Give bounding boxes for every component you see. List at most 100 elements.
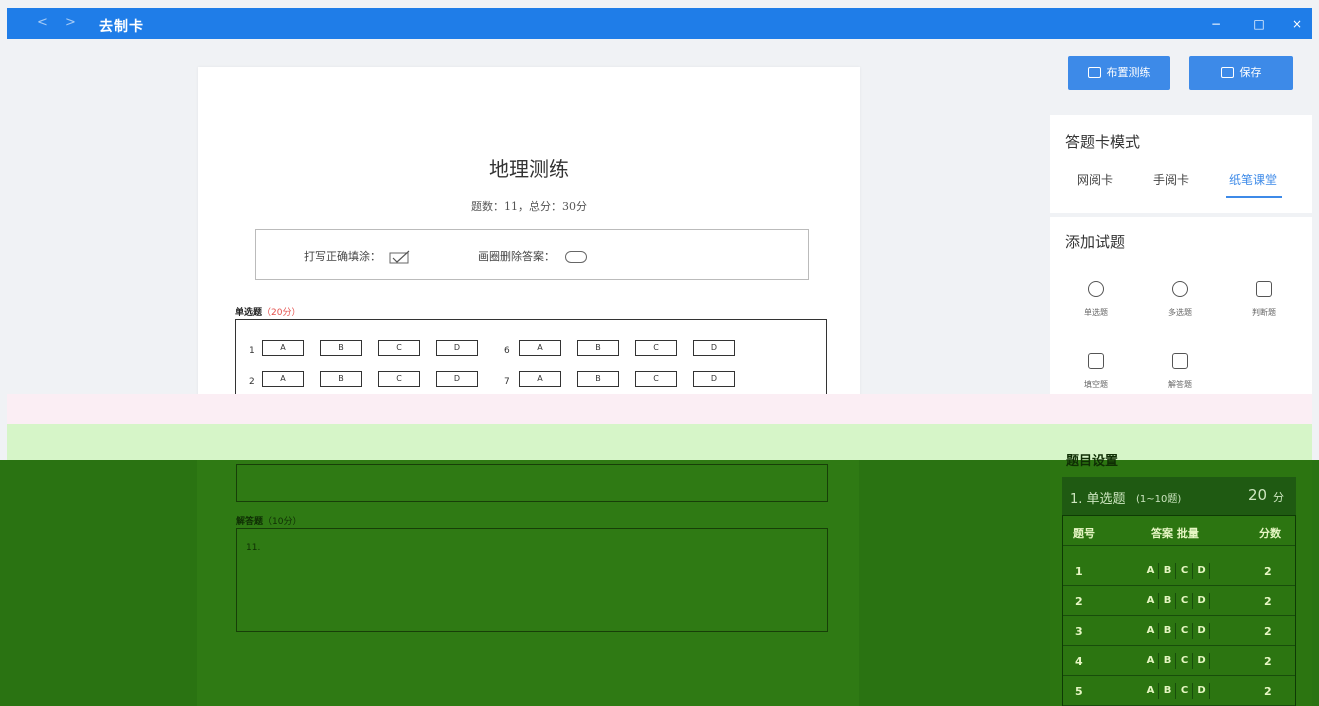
type-label: 判断题 [1252, 308, 1276, 317]
section-score-unit: 分 [1273, 491, 1284, 504]
option-d[interactable]: D [693, 340, 735, 356]
essay-title: 解答题 [236, 517, 264, 527]
option-c[interactable]: C [378, 371, 420, 387]
action-bar: 布置测练 保存 [1050, 39, 1312, 111]
table-row: 5 ABCD 2 [1063, 676, 1295, 706]
fill-blank-icon [1088, 353, 1104, 369]
mode-card: 答题卡模式 [1050, 115, 1312, 213]
row-score[interactable]: 2 [1264, 625, 1272, 638]
row-score[interactable]: 2 [1264, 655, 1272, 668]
row-number: 2 [1075, 595, 1083, 608]
row-score[interactable]: 2 [1264, 595, 1272, 608]
answer-option[interactable]: C [1177, 623, 1193, 639]
option-b[interactable]: B [320, 371, 362, 387]
add-heading: 添加试题 [1065, 233, 1126, 251]
tab-paper-pen[interactable]: 纸笔课堂 [1229, 171, 1277, 188]
option-b[interactable]: B [320, 340, 362, 356]
header-no: 题号 [1073, 527, 1095, 540]
publish-icon [1087, 67, 1101, 78]
answer-option[interactable]: A [1143, 563, 1159, 579]
type-label: 解答题 [1168, 380, 1192, 389]
essay-points: （10分） [263, 517, 302, 527]
single-choice-label: 单选题（20分） [235, 305, 300, 318]
score-section-header[interactable]: 1. 单选题 (1~10题) 20 分 [1062, 477, 1296, 515]
answer-option[interactable]: D [1194, 683, 1210, 699]
type-label: 多选题 [1168, 308, 1192, 317]
option-d[interactable]: D [436, 340, 478, 356]
sheet-summary: 题数：11，总分：30分 [471, 200, 587, 213]
option-c[interactable]: C [635, 340, 677, 356]
row-answer-options: ABCD [1143, 683, 1211, 699]
type-label: 填空题 [1084, 380, 1108, 389]
maximize-icon[interactable]: □ [1249, 14, 1269, 34]
publish-label: 布置测练 [1106, 66, 1151, 79]
score-table: 题号 答案 批量 分数 1 ABCD 2 2 ABCD 2 3 ABCD 2 4… [1062, 515, 1296, 706]
answer-option[interactable]: B [1160, 593, 1176, 609]
answer-option[interactable]: A [1143, 683, 1159, 699]
section-score-value[interactable]: 20 [1248, 486, 1267, 504]
row-score[interactable]: 2 [1264, 685, 1272, 698]
option-a[interactable]: A [262, 340, 304, 356]
answer-option[interactable]: A [1143, 653, 1159, 669]
option-c[interactable]: C [635, 371, 677, 387]
publish-button[interactable]: 布置测练 [1068, 56, 1170, 90]
answer-option[interactable]: B [1160, 563, 1176, 579]
answer-option[interactable]: D [1194, 593, 1210, 609]
option-b[interactable]: B [577, 371, 619, 387]
table-header: 题号 答案 批量 分数 [1063, 516, 1295, 546]
table-row: 1 ABCD 2 [1063, 556, 1295, 586]
single-choice-title: 单选题 [235, 308, 263, 318]
row-score[interactable]: 2 [1264, 565, 1272, 578]
score-section-range: (1~10题) [1136, 494, 1182, 505]
table-row: 3 ABCD 2 [1063, 616, 1295, 646]
add-multi-choice[interactable]: 多选题 [1155, 281, 1205, 318]
answer-option[interactable]: B [1160, 683, 1176, 699]
tab-web-marking[interactable]: 网阅卡 [1077, 171, 1113, 188]
answer-option[interactable]: A [1143, 623, 1159, 639]
answer-option[interactable]: D [1194, 653, 1210, 669]
answer-option[interactable]: B [1160, 653, 1176, 669]
option-b[interactable]: B [577, 340, 619, 356]
option-d[interactable]: D [436, 371, 478, 387]
row-number: 4 [1075, 655, 1083, 668]
add-fill-blank[interactable]: 填空题 [1071, 353, 1121, 390]
fill-instructions: 打写正确填涂： 画圈删除答案： [255, 229, 809, 280]
option-a[interactable]: A [262, 371, 304, 387]
option-a[interactable]: A [519, 371, 561, 387]
answer-option[interactable]: C [1177, 563, 1193, 579]
option-d[interactable]: D [693, 371, 735, 387]
answer-option[interactable]: C [1177, 593, 1193, 609]
save-button[interactable]: 保存 [1189, 56, 1293, 90]
add-essay[interactable]: 解答题 [1155, 353, 1205, 390]
tab-hand-marking[interactable]: 手阅卡 [1153, 171, 1189, 188]
add-question-card: 添加试题 单选题 多选题 判断题 填空题 解答题 [1050, 217, 1312, 397]
window-title: 去制卡 [99, 19, 144, 35]
answer-option[interactable]: C [1177, 653, 1193, 669]
add-single-choice[interactable]: 单选题 [1071, 281, 1121, 318]
question-number: 1 [249, 346, 255, 356]
option-c[interactable]: C [378, 340, 420, 356]
single-choice-box-lower [236, 464, 828, 502]
close-icon[interactable]: × [1287, 14, 1307, 34]
essay-answer-box[interactable]: 11. [236, 528, 828, 632]
check-mark-icon [389, 250, 409, 264]
glitch-band [7, 394, 1312, 424]
add-true-false[interactable]: 判断题 [1239, 281, 1289, 318]
answer-option[interactable]: B [1160, 623, 1176, 639]
answer-option[interactable]: C [1177, 683, 1193, 699]
back-icon[interactable]: < [37, 15, 48, 30]
answer-option[interactable]: A [1143, 593, 1159, 609]
table-row: 2 ABCD 2 [1063, 586, 1295, 616]
single-choice-points: （20分） [262, 308, 301, 318]
answer-option[interactable]: D [1194, 563, 1210, 579]
row-answer-options: ABCD [1143, 623, 1211, 639]
score-section-title: 1. 单选题 [1070, 492, 1126, 507]
answer-option[interactable]: D [1194, 623, 1210, 639]
option-a[interactable]: A [519, 340, 561, 356]
minimize-icon[interactable]: − [1206, 14, 1226, 34]
save-label: 保存 [1239, 66, 1262, 79]
forward-icon[interactable]: > [65, 15, 76, 30]
table-row: 4 ABCD 2 [1063, 646, 1295, 676]
active-tab-underline [1226, 196, 1282, 198]
question-number: 6 [504, 346, 510, 356]
